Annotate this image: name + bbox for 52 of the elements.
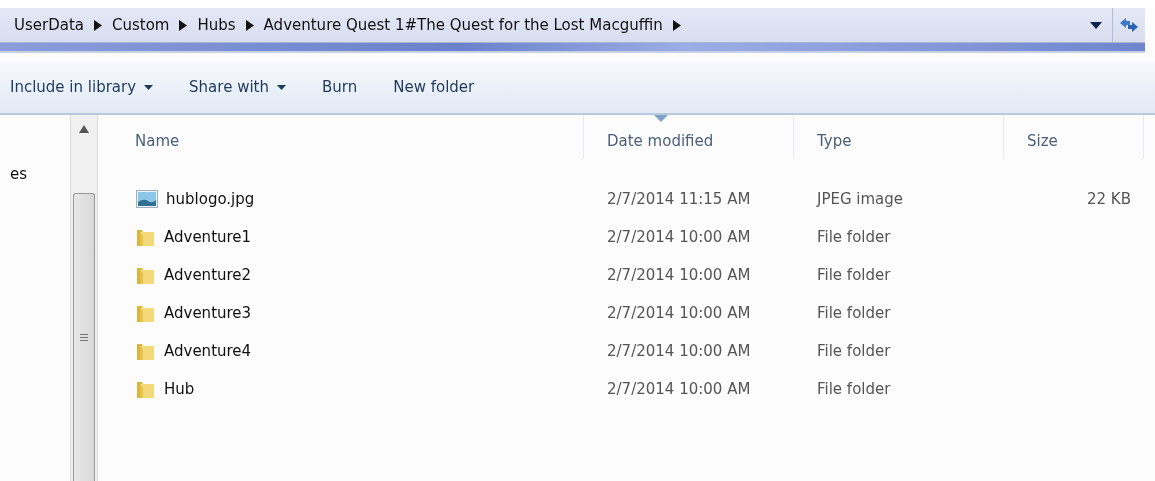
column-header[interactable]: Date modified [584, 115, 794, 159]
toolbar-button[interactable]: New folder [393, 78, 475, 96]
refresh-icon[interactable] [1118, 17, 1140, 33]
breadcrumb-item[interactable]: UserData [14, 16, 84, 34]
table-cell-text: File folder [816, 304, 892, 322]
grip-icon [80, 334, 88, 341]
file-name[interactable]: Adventure4 [164, 342, 252, 360]
file-name[interactable]: hublogo.jpg [166, 190, 255, 208]
folder-icon [136, 303, 156, 323]
table-cell-text: 2/7/2014 10:00 AM [606, 266, 752, 284]
scroll-thumb[interactable] [73, 193, 95, 481]
dropdown-icon[interactable] [1090, 21, 1102, 29]
folder-icon [136, 265, 156, 285]
image-file-icon [136, 190, 158, 208]
nav-item[interactable]: es [0, 165, 70, 183]
table-cell-text: File folder [816, 228, 892, 246]
table-cell-text: 2/7/2014 10:00 AM [606, 304, 752, 322]
column-header[interactable]: Size [1004, 115, 1144, 159]
sort-arrow-icon [654, 115, 668, 122]
breadcrumb-item[interactable]: Hubs [197, 16, 236, 34]
caret-icon [144, 84, 154, 90]
table-cell-text: 2/7/2014 11:15 AM [606, 190, 752, 208]
chevron-icon[interactable] [245, 19, 254, 31]
breadcrumb-item[interactable]: Adventure Quest 1#The Quest for the Lost Macguffin [263, 16, 663, 34]
table-cell-text: JPEG image [815, 190, 905, 208]
table-cell-text: 22 KB [1086, 190, 1132, 208]
table-cell-text: File folder [816, 380, 892, 398]
caret-icon [276, 84, 286, 90]
table-cell-text: 2/7/2014 10:00 AM [606, 380, 752, 398]
breadcrumb-item[interactable]: Custom [112, 16, 170, 34]
chevron-icon[interactable] [672, 19, 681, 31]
table-cell-text: File folder [816, 342, 892, 360]
file-name[interactable]: Adventure3 [164, 304, 252, 322]
folder-icon [136, 341, 156, 361]
scrollbar[interactable] [70, 115, 98, 481]
toolbar-button[interactable]: Include in library [10, 78, 154, 96]
folder-icon [136, 379, 156, 399]
table-cell-text: File folder [816, 266, 892, 284]
address-bar[interactable]: UserData Custom Hubs Adventure Quest 1#The Quest for the Lost Macguffin [0, 8, 1145, 43]
chevron-icon[interactable] [94, 19, 102, 31]
column-header[interactable]: Name [112, 115, 584, 159]
file-name[interactable]: Adventure2 [164, 266, 252, 284]
file-name[interactable]: Hub [164, 380, 195, 398]
folder-icon [136, 227, 156, 247]
toolbar-button[interactable]: Share with [189, 78, 286, 96]
scroll-up-icon[interactable] [79, 125, 89, 133]
column-header[interactable]: Type [794, 115, 1004, 159]
table-cell-text: 2/7/2014 10:00 AM [606, 342, 752, 360]
chevron-icon[interactable] [179, 19, 188, 31]
table-cell-text: 2/7/2014 10:00 AM [606, 228, 752, 246]
toolbar-button[interactable]: Burn [321, 78, 358, 96]
file-name[interactable]: Adventure1 [164, 228, 252, 246]
